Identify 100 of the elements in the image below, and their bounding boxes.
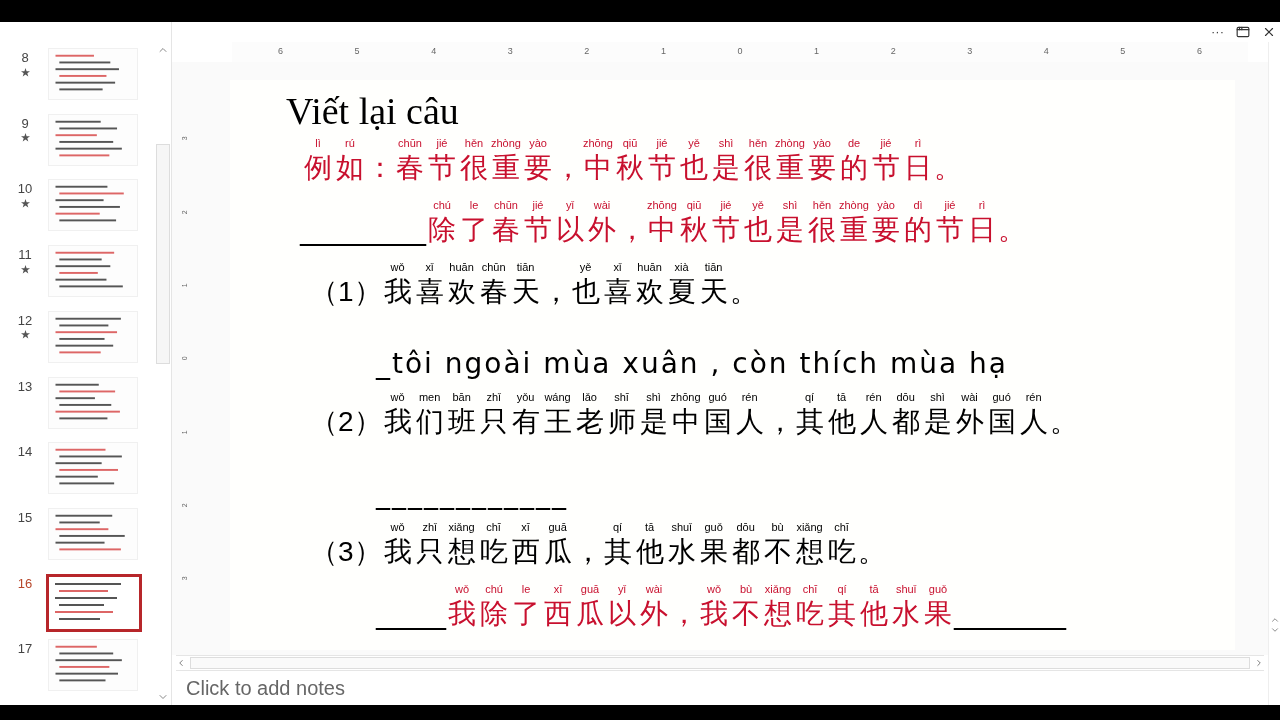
pinyin: shuǐ [895, 582, 917, 596]
sentence-text: 我 [382, 405, 413, 439]
sentence-text: 水 [666, 535, 697, 569]
pinyin: lǎo [582, 390, 597, 404]
pinyin: qiū [622, 136, 638, 150]
pinyin: wài [961, 390, 978, 404]
pinyin: tā [645, 520, 655, 534]
sentence-text: 要 [523, 151, 553, 185]
sentence-text: 很 [459, 151, 489, 185]
sentence-text: 节 [871, 151, 901, 185]
sentence-text: 喜 [602, 275, 633, 309]
sentence-text: 中 [583, 151, 613, 185]
pinyin: rén [865, 390, 882, 404]
pinyin: huān [449, 260, 474, 274]
pinyin: yǒu [516, 390, 535, 404]
sentence-text: 。 [857, 535, 886, 569]
pinyin: guā [580, 582, 600, 596]
pinyin: wǒ [390, 390, 405, 404]
pinyin: shì [646, 390, 661, 404]
sentence-text: 瓜 [575, 597, 605, 631]
pinyin: yě [688, 136, 700, 150]
close-icon[interactable] [1262, 25, 1276, 39]
sentence-text: 很 [743, 151, 773, 185]
sentence-text: 日 [967, 213, 997, 247]
sentence-text: 的 [839, 151, 869, 185]
sentence-text: ， [765, 405, 794, 439]
pinyin: xǐ [613, 260, 622, 274]
answer-blank: ____________ [376, 480, 568, 508]
pinyin: bān [452, 390, 471, 404]
sentence-text: 除 [479, 597, 509, 631]
sentence-text: 老 [574, 405, 605, 439]
sentence-text: （1） [310, 275, 382, 309]
sentence-text: 欢 [634, 275, 665, 309]
sentence-text: 也 [679, 151, 709, 185]
sentence-text: 夏 [666, 275, 697, 309]
sentence-text: 以 [607, 597, 637, 631]
sentence-text: 春 [478, 275, 509, 309]
sentence-text: 喜 [414, 275, 445, 309]
pinyin: jié [436, 136, 448, 150]
pinyin: tā [837, 390, 847, 404]
sentence-text: 西 [543, 597, 573, 631]
scroll-left-icon[interactable] [176, 658, 186, 668]
sentence-text: 节 [427, 151, 457, 185]
scroll-right-icon[interactable] [1254, 658, 1264, 668]
sentence-text: 果 [923, 597, 953, 631]
sentence-text: 我 [382, 535, 413, 569]
sentence-text: 想 [794, 535, 825, 569]
sentence-text: 春 [395, 151, 425, 185]
pinyin: chūn [481, 260, 506, 274]
slide-number: 14 [17, 443, 33, 462]
slide-number: 17 [17, 640, 33, 659]
pinyin: chī [834, 520, 849, 534]
sentence-text: 师 [606, 405, 637, 439]
pinyin: rén [1025, 390, 1042, 404]
pinyin: zhōng [647, 198, 677, 212]
pinyin: huān [637, 260, 662, 274]
sentence-text: 其 [602, 535, 633, 569]
sentence-text: 很 [807, 213, 837, 247]
slide-thumbnail[interactable] [46, 573, 142, 632]
horizontal-scrollbar[interactable] [176, 655, 1264, 671]
pinyin: yào [813, 136, 831, 150]
pinyin: tiān [516, 260, 535, 274]
sentence-text: 想 [446, 535, 477, 569]
restore-icon[interactable] [1236, 25, 1250, 39]
sentence-text: 他 [634, 535, 665, 569]
slide-number: 9 [21, 114, 29, 133]
slide-number: 12 [17, 311, 33, 330]
pinyin: lì [315, 136, 321, 150]
sentence-text: 例 [303, 151, 333, 185]
pinyin: wǒ [706, 582, 722, 596]
sentence-text: 瓜 [542, 535, 573, 569]
pinyin: yǐ [618, 582, 626, 596]
pinyin: de [847, 136, 861, 150]
pinyin: shì [718, 136, 734, 150]
pinyin: xī [521, 520, 530, 534]
pinyin: xī [553, 582, 563, 596]
pinyin: zhǐ [422, 520, 437, 534]
pinyin: jié [720, 198, 732, 212]
sentence-text: 我 [382, 275, 413, 309]
pinyin: qí [613, 520, 623, 534]
sentence-text: 都 [890, 405, 921, 439]
sentence-text: 他 [826, 405, 857, 439]
sentence-text: 天 [510, 275, 541, 309]
sentence-text: 的 [903, 213, 933, 247]
pinyin: xiǎng [796, 520, 823, 534]
slide-number: 11 [18, 246, 32, 265]
pinyin: zhōng [670, 390, 701, 404]
sentence-text: 秋 [679, 213, 709, 247]
slide-number: 8 [21, 49, 29, 67]
sentence-text: 中 [670, 405, 701, 439]
sentence-text: ： [366, 151, 394, 185]
answer-text: _tôi ngoài mùa xuân , còn thích mùa hạ [376, 350, 1008, 378]
pinyin: men [418, 390, 441, 404]
sentence-text: 人 [1018, 405, 1049, 439]
sentence-text: ， [541, 275, 570, 309]
more-options-button[interactable]: ··· [1211, 22, 1224, 42]
sentence-text: 外 [954, 405, 985, 439]
sentence-text: ， [573, 535, 602, 569]
pinyin: yào [529, 136, 547, 150]
sentence-text: 王 [542, 405, 573, 439]
